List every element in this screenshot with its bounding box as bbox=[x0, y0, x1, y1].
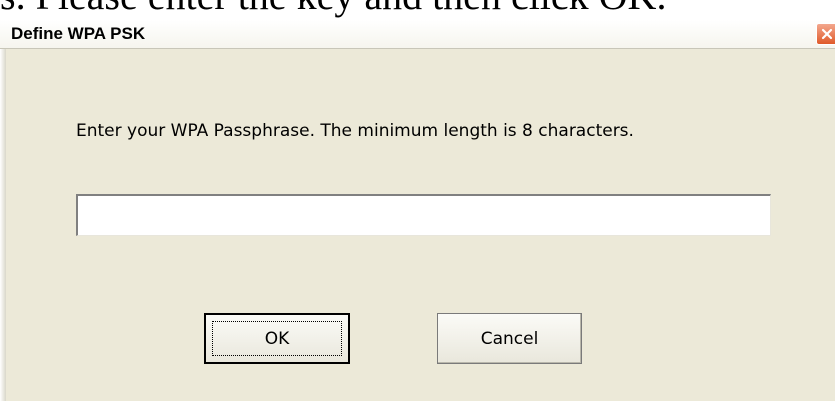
window-frame-left bbox=[0, 49, 6, 401]
ok-button[interactable]: OK bbox=[204, 313, 350, 364]
close-button[interactable] bbox=[816, 23, 835, 45]
title-bar[interactable]: Define WPA PSK bbox=[0, 20, 835, 49]
passphrase-input[interactable] bbox=[76, 194, 771, 236]
ok-button-label: OK bbox=[264, 328, 290, 349]
dialog-title: Define WPA PSK bbox=[11, 24, 146, 43]
cancel-button-label: Cancel bbox=[480, 328, 539, 349]
screenshot: s. Please enter the key and then click O… bbox=[0, 0, 835, 401]
document-text: s. Please enter the key and then click O… bbox=[0, 0, 835, 18]
passphrase-prompt: Enter your WPA Passphrase. The minimum l… bbox=[76, 121, 634, 141]
dialog-window: Define WPA PSK Enter your WPA Passphrase… bbox=[0, 20, 835, 401]
cancel-button[interactable]: Cancel bbox=[437, 313, 582, 364]
close-icon bbox=[821, 28, 833, 40]
